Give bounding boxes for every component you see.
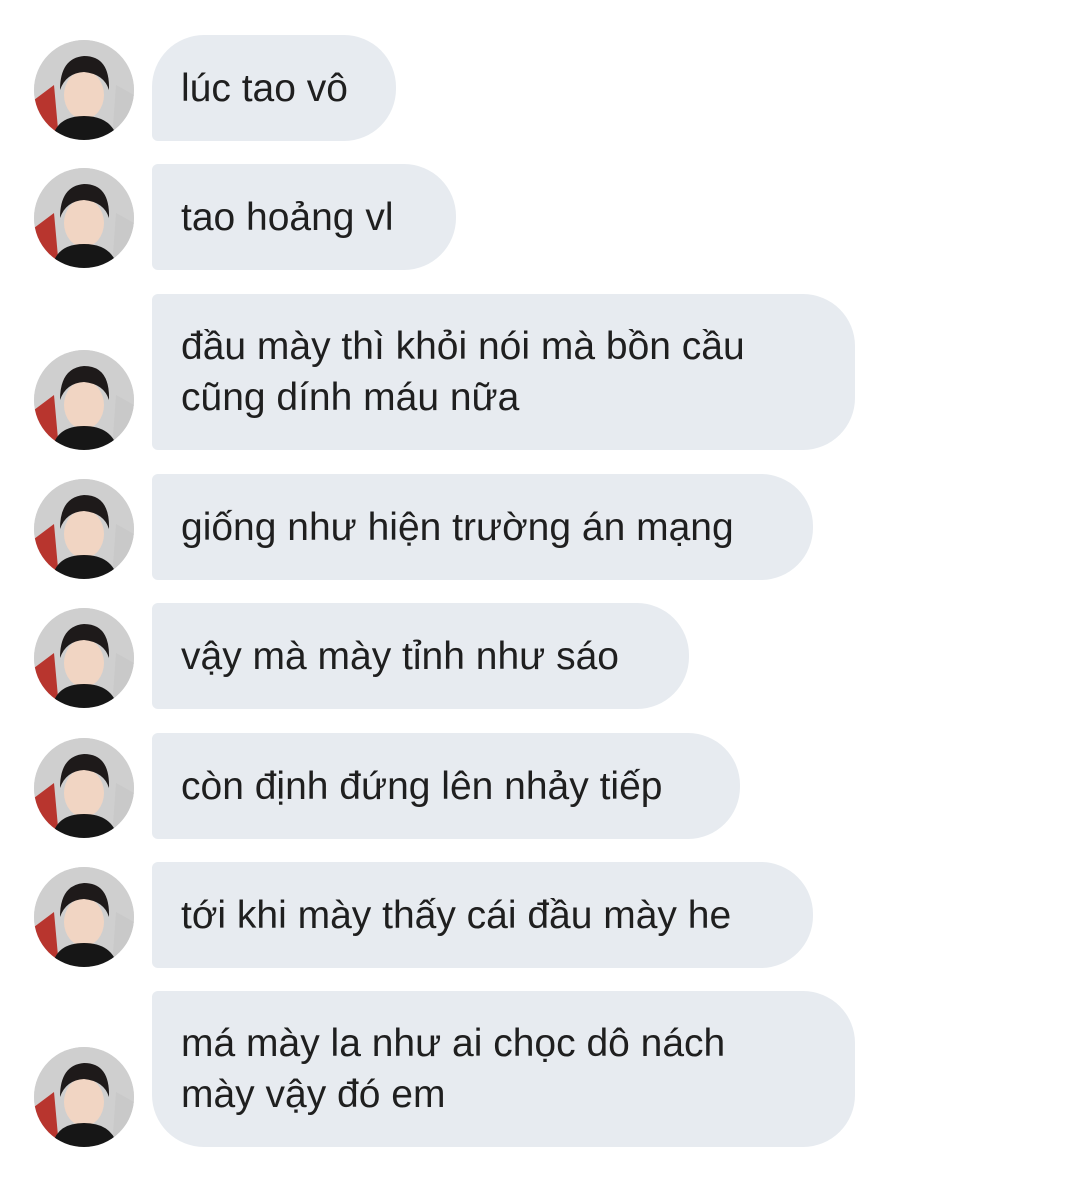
message-text: má mày la như ai chọc dô nách mày vậy đó… (181, 1022, 726, 1116)
avatar[interactable] (34, 168, 134, 268)
message-text: lúc tao vô (181, 66, 348, 110)
message-bubble[interactable]: tới khi mày thấy cái đầu mày he (152, 862, 813, 968)
avatar-photo-icon (34, 608, 134, 708)
avatar-photo-icon (34, 867, 134, 967)
message-text: tao hoảng vl (181, 195, 394, 239)
message-text: đầu mày thì khỏi nói mà bồn cầu cũng dín… (181, 325, 745, 419)
avatar-photo-icon (34, 350, 134, 450)
avatar[interactable] (34, 608, 134, 708)
message-bubble[interactable]: má mày la như ai chọc dô nách mày vậy đó… (152, 991, 855, 1147)
message-bubble[interactable]: giống như hiện trường án mạng (152, 474, 813, 580)
message-thread: lúc tao vô tao hoảng vl đầu mày thì khỏi… (0, 0, 1080, 1179)
message-text: tới khi mày thấy cái đầu mày he (181, 893, 732, 937)
avatar[interactable] (34, 1047, 134, 1147)
message-bubble[interactable]: đầu mày thì khỏi nói mà bồn cầu cũng dín… (152, 294, 855, 450)
avatar-photo-icon (34, 168, 134, 268)
avatar[interactable] (34, 867, 134, 967)
avatar[interactable] (34, 738, 134, 838)
message-text: còn định đứng lên nhảy tiếp (181, 764, 663, 808)
avatar[interactable] (34, 350, 134, 450)
avatar[interactable] (34, 479, 134, 579)
message-bubble[interactable]: lúc tao vô (152, 35, 396, 141)
avatar-photo-icon (34, 738, 134, 838)
message-bubble[interactable]: còn định đứng lên nhảy tiếp (152, 733, 740, 839)
message-bubble[interactable]: vậy mà mày tỉnh như sáo (152, 603, 689, 709)
avatar-photo-icon (34, 1047, 134, 1147)
message-bubble[interactable]: tao hoảng vl (152, 164, 456, 270)
avatar-photo-icon (34, 479, 134, 579)
message-text: giống như hiện trường án mạng (181, 505, 734, 549)
avatar-photo-icon (34, 40, 134, 140)
message-text: vậy mà mày tỉnh như sáo (181, 634, 619, 678)
avatar[interactable] (34, 40, 134, 140)
